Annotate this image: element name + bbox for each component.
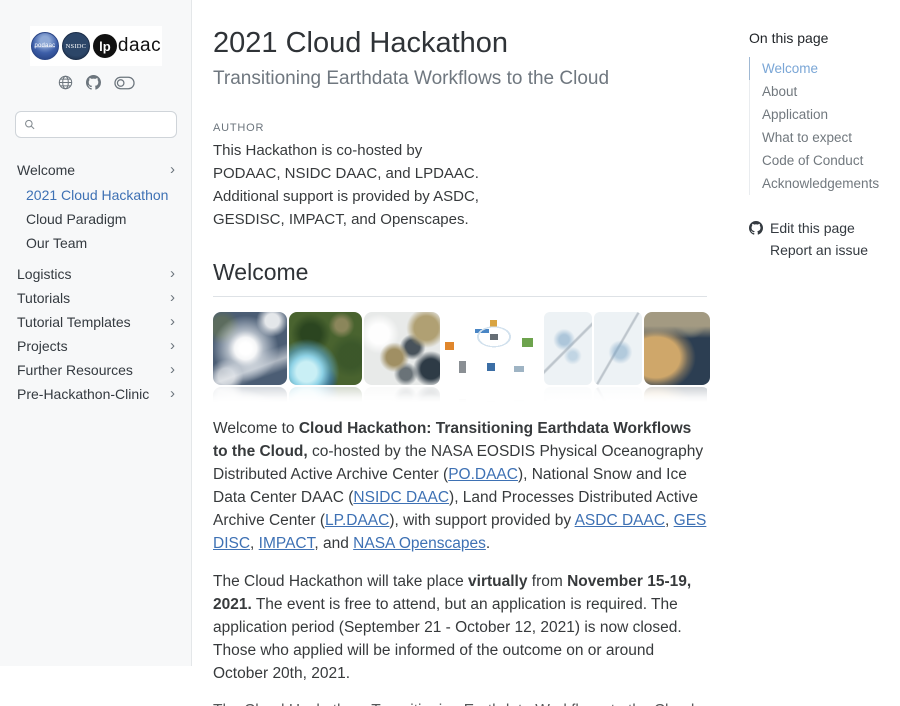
toc-list: WelcomeAboutApplicationWhat to expectCod… xyxy=(749,57,892,195)
author-label: AUTHOR xyxy=(213,122,707,134)
link-asdc-daac[interactable]: ASDC DAAC xyxy=(575,512,665,529)
toc-item-what-to-expect[interactable]: What to expect xyxy=(749,126,892,149)
sidebar-subsection: 2021 Cloud Hackathon Cloud Paradigm Our Te… xyxy=(15,183,177,255)
sidebar-item-logistics[interactable]: Logistics › xyxy=(15,262,177,286)
text: from xyxy=(527,573,567,590)
link-po-daac[interactable]: PO.DAAC xyxy=(448,466,518,483)
theme-toggle-icon[interactable] xyxy=(114,76,135,90)
sidebar-item-projects[interactable]: Projects › xyxy=(15,334,177,358)
sidebar-item-label: Further Resources xyxy=(17,362,133,379)
text: Welcome to xyxy=(213,420,299,437)
text: ), with support provided by xyxy=(389,512,574,529)
sidebar-tool-icons xyxy=(15,75,177,90)
toc-item-about[interactable]: About xyxy=(749,80,892,103)
text: , xyxy=(665,512,674,529)
reflection-fade xyxy=(213,387,707,402)
text: The Cloud Hackathon will take place xyxy=(213,573,468,590)
desert-coast-satellite-tile xyxy=(644,312,710,385)
hurricane-satellite-tile xyxy=(213,312,287,385)
ice-shelf-satellite-tile-1 xyxy=(544,312,592,385)
left-sidebar: podaac NSIDC lp daac xyxy=(0,0,192,666)
toc-item-acknowledgements[interactable]: Acknowledgements xyxy=(749,172,892,195)
on-this-page-sidebar: On this page WelcomeAboutApplicationWhat… xyxy=(737,0,900,666)
page-subtitle: Transitioning Earthdata Workflows to the… xyxy=(213,67,707,92)
sea-ice-satellite-tile xyxy=(364,312,440,385)
author-text: This Hackathon is co-hosted by PODAAC, N… xyxy=(213,139,485,231)
toc-item-code-of-conduct[interactable]: Code of Conduct xyxy=(749,149,892,172)
github-icon xyxy=(749,221,763,235)
earthdata-banner-image xyxy=(213,312,707,402)
text: The event is free to attend, but an appl… xyxy=(213,596,682,682)
cloud-architecture-diagram-tile xyxy=(442,312,542,385)
chevron-right-icon: › xyxy=(170,268,175,280)
sidebar-item-label: Cloud Paradigm xyxy=(26,211,126,228)
lpdaac-mark: lp xyxy=(93,34,117,58)
banner-reflection xyxy=(213,387,707,402)
sidebar-item-further-resources[interactable]: Further Resources › xyxy=(15,358,177,382)
welcome-section-heading: Welcome xyxy=(213,258,707,297)
link-lp-daac[interactable]: LP.DAAC xyxy=(325,512,389,529)
sidebar-item-label: Pre-Hackathon-Clinic xyxy=(17,386,149,403)
sidebar-item-welcome[interactable]: Welcome › xyxy=(15,158,177,182)
toc-action-label: Report an issue xyxy=(770,242,868,258)
sidebar-item-label: 2021 Cloud Hackathon xyxy=(26,187,168,204)
nsidc-logo-text: NSIDC xyxy=(66,43,87,50)
banner-tiles-row xyxy=(213,312,707,385)
coastal-bloom-satellite-tile xyxy=(289,312,362,385)
search-icon xyxy=(24,118,35,131)
sidebar-item-cloud-paradigm[interactable]: Cloud Paradigm xyxy=(15,207,177,231)
nsidc-logo: NSIDC xyxy=(62,32,90,60)
toc-title: On this page xyxy=(749,30,892,46)
sidebar-item-pre-hackathon-clinic[interactable]: Pre-Hackathon-Clinic › xyxy=(15,382,177,406)
sidebar-item-label: Projects xyxy=(17,338,68,355)
chevron-right-icon: › xyxy=(170,292,175,304)
paragraph-2: The Cloud Hackathon will take place virt… xyxy=(213,570,707,685)
link-impact[interactable]: IMPACT xyxy=(259,535,315,552)
toc-item-application[interactable]: Application xyxy=(749,103,892,126)
chevron-right-icon: › xyxy=(170,388,175,400)
page-title: 2021 Cloud Hackathon xyxy=(213,26,707,61)
search-box[interactable] xyxy=(15,111,177,138)
toc-action-label: Edit this page xyxy=(770,220,855,236)
chevron-right-icon: › xyxy=(170,316,175,328)
text: , xyxy=(250,535,259,552)
bold-text: virtually xyxy=(468,573,527,590)
lpdaac-text: daac xyxy=(118,35,161,57)
globe-icon[interactable] xyxy=(58,75,73,90)
chevron-right-icon: › xyxy=(170,340,175,352)
sidebar-item-tutorials[interactable]: Tutorials › xyxy=(15,286,177,310)
toc-action-edit-this-page[interactable]: Edit this page xyxy=(749,217,892,239)
daac-logos[interactable]: podaac NSIDC lp daac xyxy=(30,26,162,66)
search-input[interactable] xyxy=(41,116,168,133)
sidebar-nav: Welcome›2021 Cloud HackathonCloud Paradi… xyxy=(15,158,177,406)
body-paragraphs: Welcome to Cloud Hackathon: Transitionin… xyxy=(213,417,707,685)
toc-actions: Edit this page Report an issue xyxy=(749,217,892,261)
text: , and xyxy=(314,535,353,552)
sidebar-item-label: Tutorials xyxy=(17,290,70,307)
paragraph-1: Welcome to Cloud Hackathon: Transitionin… xyxy=(213,417,707,555)
toc-item-welcome[interactable]: Welcome xyxy=(749,57,892,80)
main-content: 2021 Cloud Hackathon Transitioning Earth… xyxy=(192,0,737,666)
ice-shelf-satellite-tile-2 xyxy=(594,312,642,385)
app-window: podaac NSIDC lp daac xyxy=(0,0,900,666)
sidebar-item-label: Welcome xyxy=(17,162,75,179)
sidebar-item-label: Logistics xyxy=(17,266,71,283)
clipped-next-paragraph: The Cloud Hackathon: Transitioning Earth… xyxy=(213,699,707,706)
chevron-right-icon: › xyxy=(170,164,175,176)
sidebar-item-label: Our Team xyxy=(26,235,87,252)
sidebar-item-tutorial-templates[interactable]: Tutorial Templates › xyxy=(15,310,177,334)
text: . xyxy=(486,535,490,552)
sidebar-item-our-team[interactable]: Our Team xyxy=(15,231,177,255)
sidebar-item-2021-cloud-hackathon[interactable]: 2021 Cloud Hackathon xyxy=(15,183,177,207)
link-nsidc-daac[interactable]: NSIDC DAAC xyxy=(353,489,449,506)
chevron-right-icon: › xyxy=(170,364,175,376)
github-icon[interactable] xyxy=(86,75,101,90)
sidebar-item-label: Tutorial Templates xyxy=(17,314,131,331)
podaac-logo: podaac xyxy=(31,32,59,60)
link-nasa-openscapes[interactable]: NASA Openscapes xyxy=(353,535,486,552)
toc-action-report-an-issue[interactable]: Report an issue xyxy=(749,239,892,261)
podaac-logo-text: podaac xyxy=(34,42,55,50)
lpdaac-logo: lp daac xyxy=(93,34,161,58)
